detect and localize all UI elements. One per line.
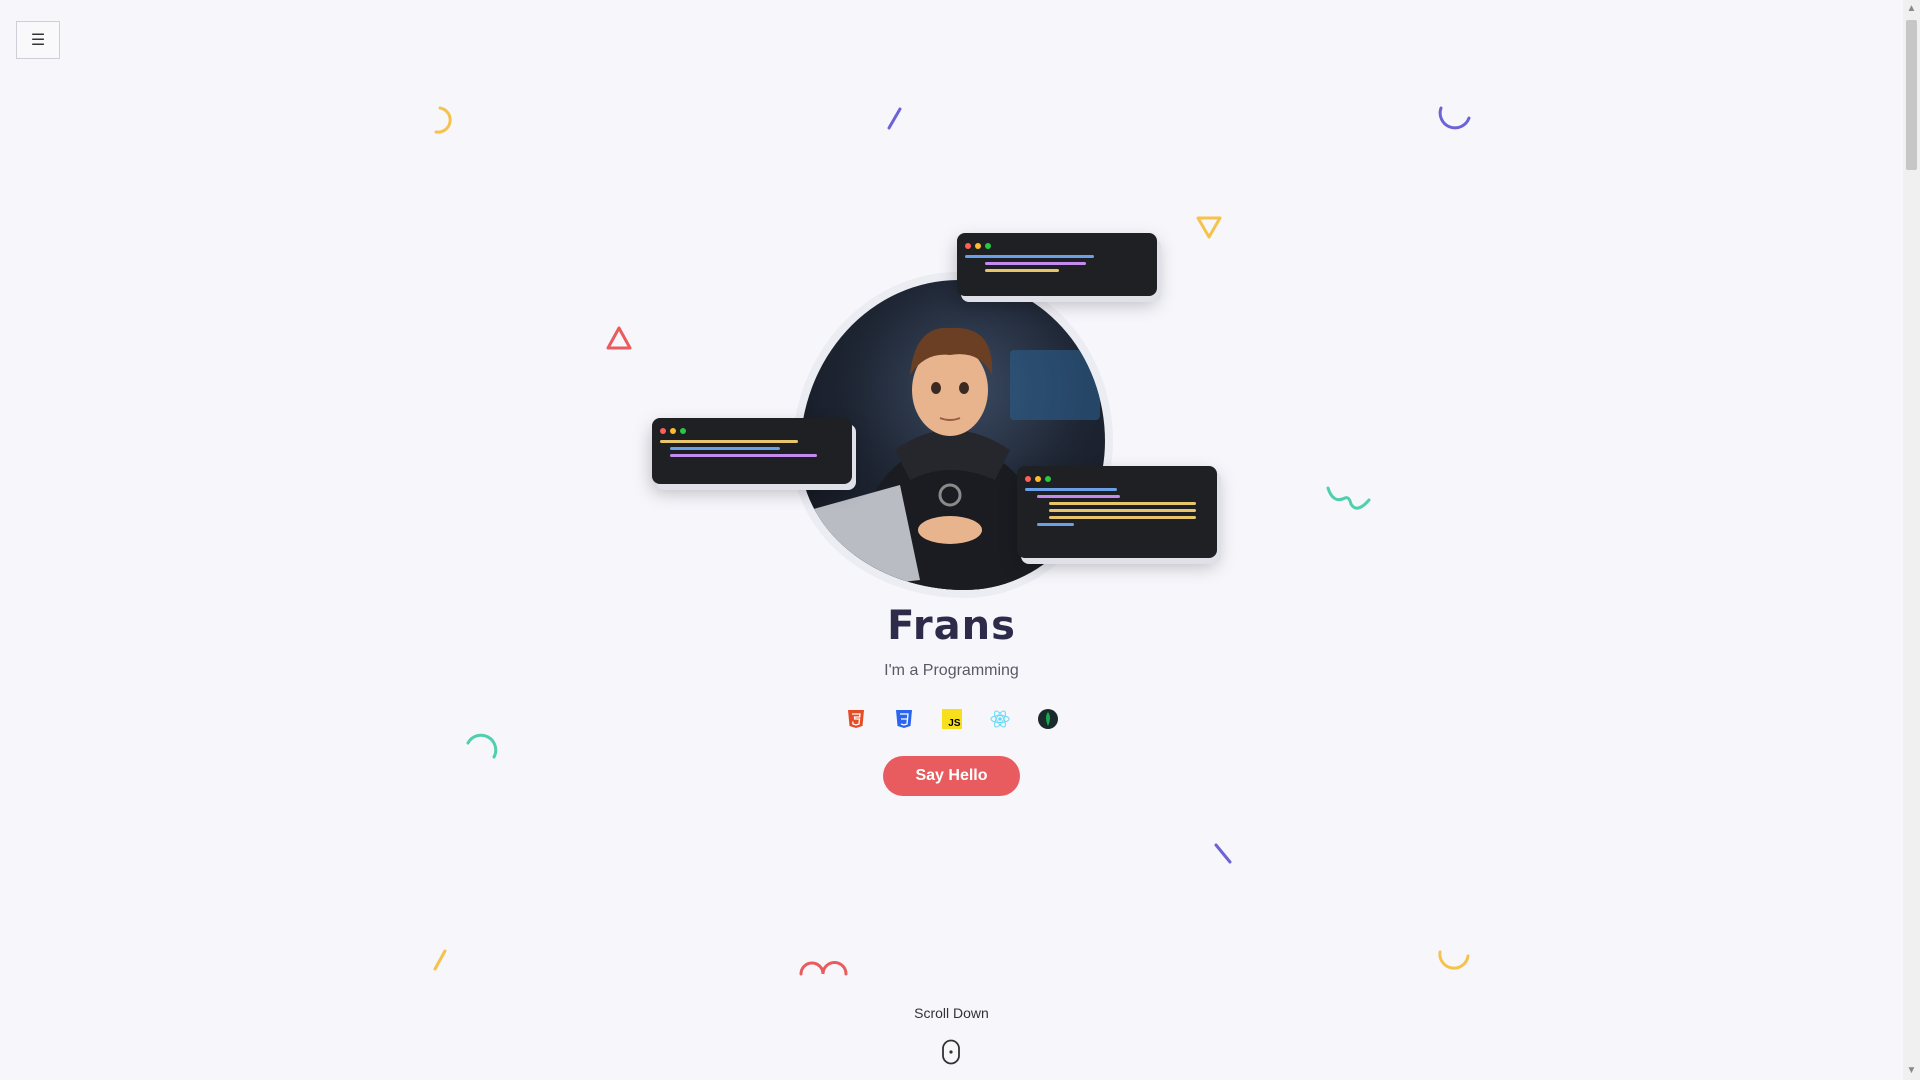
scroll-down-link[interactable]: Scroll Down [0,1005,1903,1021]
scroll-up-arrow-icon[interactable]: ▲ [1906,2,1917,16]
hero-name: Frans [887,603,1016,649]
scrollbar-thumb[interactable] [1906,20,1917,170]
teal-wave-shape [1326,486,1371,510]
red-double-arc-shape [799,961,848,976]
code-snippet-card-right [1017,466,1217,558]
window-dots-icon [1025,476,1209,482]
scroll-down-arrow-icon[interactable]: ▼ [1906,1064,1917,1078]
red-triangle-shape [606,326,632,350]
window-dots-icon [965,243,1149,249]
css3-icon [894,709,914,729]
code-snippet-card-left [652,418,852,484]
html5-icon [846,709,866,729]
hero-tagline: I'm a Programming [884,662,1019,679]
purple-line-shape-2 [1214,843,1232,864]
teal-arc-shape [466,733,498,759]
say-hello-button[interactable]: Say Hello [883,756,1020,796]
purple-line-shape [887,107,902,130]
yellow-arc-shape [434,106,452,134]
yellow-arc-shape-2 [1438,950,1470,970]
javascript-label: JS [948,718,961,729]
code-snippet-card-top [957,233,1157,296]
mouse-scroll-icon[interactable] [941,1039,961,1065]
yellow-triangle-shape [1196,216,1222,239]
hamburger-icon: ☰ [30,32,46,49]
react-icon [990,709,1010,729]
page-scrollbar[interactable]: ▲ ▼ [1903,0,1920,1080]
javascript-icon: JS [941,709,962,729]
mongodb-icon [1037,709,1058,729]
purple-arc-shape [1438,106,1471,130]
tech-stack-row: JS [0,709,1903,729]
window-dots-icon [660,428,844,434]
yellow-line-shape [433,949,447,971]
menu-button[interactable]: ☰ [16,21,60,59]
